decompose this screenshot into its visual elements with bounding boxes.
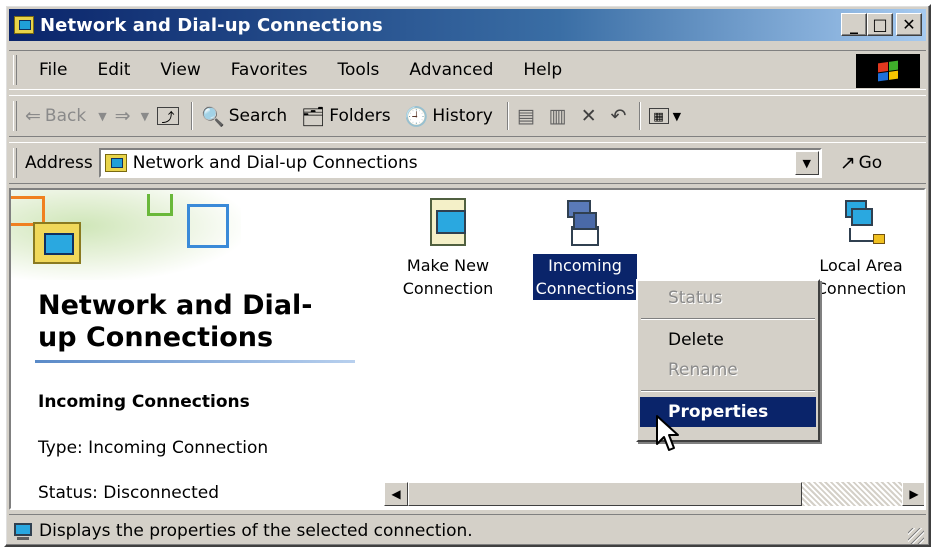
folders-label: Folders bbox=[329, 106, 391, 126]
scroll-thumb[interactable] bbox=[408, 482, 802, 506]
context-separator bbox=[641, 318, 815, 320]
context-delete[interactable]: Delete bbox=[638, 325, 818, 355]
address-value: Network and Dial-up Connections bbox=[132, 153, 418, 173]
network-folder-icon bbox=[14, 16, 34, 34]
go-button[interactable]: ↗ Go bbox=[840, 152, 883, 174]
scroll-left-button[interactable]: ◀ bbox=[384, 482, 408, 506]
web-view-panel: Network and Dial-up Connections Incoming… bbox=[11, 190, 371, 508]
go-label: Go bbox=[858, 153, 883, 173]
maximize-button[interactable]: □ bbox=[867, 13, 893, 36]
computer-icon bbox=[13, 522, 33, 540]
address-label: Address bbox=[25, 153, 93, 173]
menu-edit[interactable]: Edit bbox=[83, 60, 146, 80]
scroll-track[interactable] bbox=[802, 482, 902, 506]
address-grip[interactable] bbox=[13, 148, 17, 178]
back-label: Back bbox=[44, 106, 87, 126]
selected-item-name: Incoming Connections bbox=[38, 392, 250, 412]
lan-connection-icon bbox=[837, 198, 885, 250]
chevron-right-icon: ▶ bbox=[909, 487, 919, 501]
menu-view[interactable]: View bbox=[146, 60, 216, 80]
title-underline bbox=[35, 360, 355, 363]
toolbar-grip[interactable] bbox=[13, 101, 17, 131]
back-dropdown-icon[interactable]: ▼ bbox=[98, 110, 106, 123]
chevron-left-icon: ◀ bbox=[391, 487, 401, 501]
context-rename[interactable]: Rename bbox=[638, 355, 818, 385]
icon-incoming-connections[interactable]: Incoming Connections bbox=[525, 198, 645, 300]
search-button[interactable]: 🔍 Search bbox=[201, 105, 287, 128]
icon-label: Local Area Connection bbox=[815, 256, 907, 298]
menu-bar: File Edit View Favorites Tools Advanced … bbox=[9, 50, 926, 90]
toolbar-separator bbox=[191, 102, 194, 130]
history-button[interactable]: 🕘 History bbox=[405, 105, 493, 128]
network-folder-icon bbox=[104, 154, 127, 172]
status-text: Displays the properties of the selected … bbox=[39, 520, 473, 541]
views-icon[interactable]: ▦ bbox=[648, 108, 669, 124]
caption-buttons: _ □ ✕ bbox=[841, 13, 922, 36]
horizontal-scrollbar[interactable]: ◀ ▶ bbox=[384, 482, 924, 506]
menu-tools[interactable]: Tools bbox=[324, 60, 396, 80]
views-dropdown-icon[interactable]: ▼ bbox=[673, 110, 681, 123]
forward-arrow-icon[interactable]: ⇒ bbox=[115, 105, 131, 127]
address-input[interactable]: Network and Dial-up Connections ▼ bbox=[98, 148, 822, 178]
status-bar: Displays the properties of the selected … bbox=[9, 514, 926, 546]
close-button[interactable]: ✕ bbox=[896, 13, 922, 36]
context-separator bbox=[641, 390, 815, 392]
mouse-pointer-icon bbox=[656, 415, 679, 451]
undo-icon[interactable]: ↶ bbox=[611, 105, 627, 127]
icon-make-new-connection[interactable]: Make New Connection bbox=[388, 198, 508, 300]
close-icon: ✕ bbox=[902, 14, 916, 34]
network-folder-icon bbox=[33, 222, 81, 264]
webview-title: Network and Dial-up Connections bbox=[38, 290, 338, 354]
folders-button[interactable]: 🗂 Folders bbox=[301, 105, 391, 128]
standard-toolbar: ⇐ Back ▼ ⇒ ▼ ⤴ 🔍 Search 🗂 Folders 🕘 Hist… bbox=[9, 95, 926, 137]
history-icon: 🕘 bbox=[404, 105, 429, 128]
history-label: History bbox=[432, 106, 493, 126]
copy-to-icon[interactable]: ▥ bbox=[549, 105, 567, 127]
windows-flag-icon bbox=[878, 60, 898, 82]
search-icon: 🔍 bbox=[201, 105, 225, 128]
explorer-window: Network and Dial-up Connections _ □ ✕ Fi… bbox=[4, 4, 931, 547]
minimize-button[interactable]: _ bbox=[841, 13, 867, 36]
title-bar[interactable]: Network and Dial-up Connections _ □ ✕ bbox=[9, 9, 926, 41]
selected-item-type: Type: Incoming Connection bbox=[38, 438, 269, 458]
window-title: Network and Dial-up Connections bbox=[40, 14, 383, 36]
icon-label: Incoming Connections bbox=[532, 254, 638, 300]
delete-icon[interactable]: ✕ bbox=[581, 105, 597, 127]
windows-logo bbox=[856, 54, 920, 88]
go-arrow-icon: ↗ bbox=[839, 152, 856, 174]
maximize-icon: □ bbox=[872, 14, 888, 34]
toolbar-separator bbox=[638, 102, 641, 130]
forward-dropdown-icon[interactable]: ▼ bbox=[141, 110, 149, 123]
move-to-icon[interactable]: ▤ bbox=[517, 105, 535, 127]
incoming-connection-icon bbox=[561, 198, 609, 250]
menu-grip[interactable] bbox=[13, 55, 17, 85]
decor-square bbox=[187, 204, 229, 248]
address-dropdown-button[interactable]: ▼ bbox=[794, 151, 819, 175]
toolbar-separator bbox=[506, 102, 509, 130]
search-label: Search bbox=[228, 106, 288, 126]
selected-item-status: Status: Disconnected bbox=[38, 483, 219, 503]
decor-square bbox=[147, 194, 173, 216]
menu-help[interactable]: Help bbox=[509, 60, 578, 80]
context-status[interactable]: Status bbox=[638, 283, 818, 313]
webview-title-text: Network and Dial-up Connections bbox=[38, 290, 313, 353]
icon-label: Make New Connection bbox=[402, 256, 494, 298]
menu-file[interactable]: File bbox=[25, 60, 83, 80]
folders-icon: 🗂 bbox=[301, 105, 326, 128]
menu-favorites[interactable]: Favorites bbox=[217, 60, 324, 80]
chevron-down-icon: ▼ bbox=[802, 156, 811, 170]
address-bar: Address Network and Dial-up Connections … bbox=[9, 142, 926, 184]
new-connection-icon bbox=[424, 198, 472, 250]
back-arrow-icon: ⇐ bbox=[25, 105, 41, 127]
back-button[interactable]: ⇐ Back bbox=[25, 105, 86, 127]
menu-advanced[interactable]: Advanced bbox=[395, 60, 509, 80]
minimize-icon: _ bbox=[850, 14, 858, 34]
scroll-right-button[interactable]: ▶ bbox=[902, 482, 924, 506]
up-folder-icon[interactable]: ⤴ bbox=[157, 107, 180, 126]
resize-grip[interactable] bbox=[908, 528, 924, 544]
